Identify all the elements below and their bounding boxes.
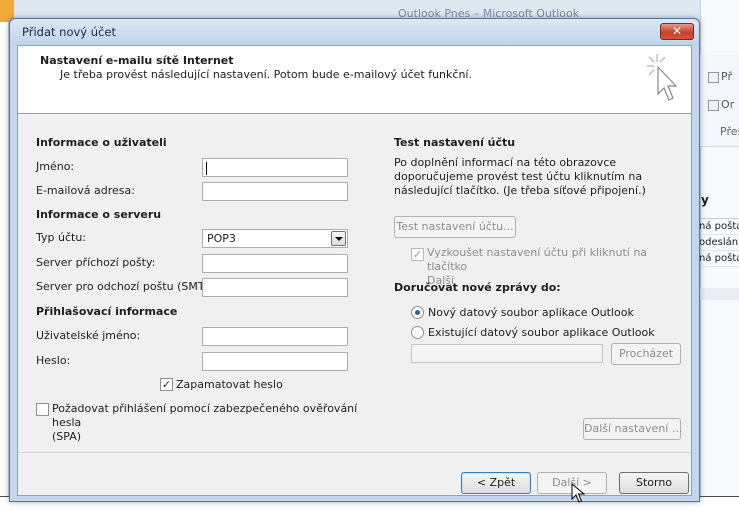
- ribbon-item-1[interactable]: Př: [708, 70, 732, 83]
- username-label: Uživatelské jméno:: [36, 329, 141, 342]
- ribbon-item-2-label: Or: [721, 98, 735, 111]
- checkmark-icon: ✓: [161, 378, 172, 391]
- password-label: Heslo:: [36, 354, 71, 367]
- server-info-heading: Informace o serveru: [36, 208, 162, 221]
- outgoing-server-field[interactable]: [202, 278, 348, 297]
- user-info-heading: Informace o uživateli: [36, 136, 167, 149]
- spa-label-line2: (SPA): [52, 430, 82, 443]
- deliver-to-heading: Doručovat nové zprávy do:: [394, 281, 561, 294]
- dialog-title: Přidat nový účet: [22, 25, 116, 39]
- existing-data-file-label: Existující datový soubor aplikace Outloo…: [428, 326, 655, 339]
- test-description: Po doplnění informací na této obrazovce …: [394, 156, 646, 197]
- more-settings-button[interactable]: Další nastavení ...: [583, 418, 682, 440]
- email-label: E-mailová adresa:: [36, 184, 135, 197]
- ribbon-rules-icon: [708, 99, 719, 111]
- account-type-select[interactable]: POP3: [202, 229, 348, 248]
- new-data-file-radio[interactable]: [411, 306, 424, 319]
- ribbon-item-1-label: Př: [721, 70, 732, 83]
- cancel-button[interactable]: Storno: [619, 472, 689, 494]
- password-field[interactable]: [202, 352, 348, 371]
- account-type-value: POP3: [207, 232, 236, 245]
- close-icon: ✕: [671, 24, 683, 38]
- button-separator: [18, 452, 691, 453]
- wizard-header-title: Nastavení e-mailu sítě Internet: [40, 54, 234, 67]
- test-account-button[interactable]: Test nastavení účtu...: [394, 216, 516, 238]
- name-label: Jméno:: [36, 160, 75, 173]
- browse-button[interactable]: Procházet: [611, 343, 681, 365]
- test-settings-heading: Test nastavení účtu: [394, 136, 516, 149]
- add-account-dialog: Přidat nový účet ✕ Nastavení e-mailu sít…: [9, 18, 700, 503]
- wizard-header-subtitle: Je třeba provést následující nastavení. …: [60, 68, 472, 81]
- spa-checkbox[interactable]: [36, 403, 49, 416]
- incoming-server-label: Server příchozí pošty:: [36, 256, 156, 269]
- chevron-down-icon[interactable]: [331, 231, 346, 246]
- spa-label: Požadovat přihlášení pomocí zabezpečenéh…: [52, 402, 362, 444]
- ribbon-group-label: Přes: [720, 125, 739, 138]
- existing-data-file-field[interactable]: [411, 344, 603, 363]
- new-data-file-label: Nový datový soubor aplikace Outlook: [428, 306, 634, 319]
- folder-list-item[interactable]: odesláni: [697, 235, 739, 251]
- outlook-list-highlight: [697, 288, 739, 300]
- mouse-pointer-icon: [571, 483, 586, 503]
- folder-list-item[interactable]: ná pošta: [697, 251, 739, 267]
- outgoing-server-label: Server pro odchozí poštu (SMTP):: [36, 280, 220, 293]
- ribbon-page-icon: [708, 71, 719, 83]
- existing-data-file-radio[interactable]: [411, 326, 424, 339]
- name-field[interactable]: [202, 158, 348, 177]
- login-info-heading: Přihlašovací informace: [36, 305, 178, 318]
- checkmark-icon: ✓: [412, 248, 423, 261]
- outlook-pane-header: y: [701, 193, 709, 207]
- dialog-title-bar[interactable]: Přidat nový účet ✕: [10, 19, 699, 45]
- dialog-body: Nastavení e-mailu sítě Internet Je třeba…: [17, 45, 692, 503]
- ribbon-item-2[interactable]: Or: [708, 98, 734, 111]
- radio-selected-dot: [415, 310, 420, 315]
- folder-list-item[interactable]: ná pošta: [697, 219, 739, 235]
- wizard-header: Nastavení e-mailu sítě Internet Je třeba…: [18, 46, 691, 114]
- remember-password-label: Zapamatovat heslo: [176, 378, 283, 391]
- close-button[interactable]: ✕: [660, 23, 694, 40]
- incoming-server-field[interactable]: [202, 254, 348, 273]
- back-button[interactable]: < Zpět: [461, 472, 531, 494]
- outlook-folder-list: ná pošta odesláni ná pošta: [697, 218, 739, 267]
- auto-test-label-line1: Vyzkoušet nastavení účtu při kliknutí na…: [427, 246, 648, 273]
- outlook-left-edge: [0, 22, 9, 510]
- account-type-label: Typ účtu:: [36, 231, 87, 244]
- auto-test-checkbox[interactable]: ✓: [411, 248, 424, 261]
- text-caret: [206, 161, 207, 175]
- username-field[interactable]: [202, 327, 348, 346]
- remember-password-checkbox[interactable]: ✓: [160, 378, 173, 391]
- spa-label-line1: Požadovat přihlášení pomocí zabezpečenéh…: [52, 402, 358, 429]
- email-field[interactable]: [202, 182, 348, 201]
- wizard-cursor-icon: [647, 54, 678, 101]
